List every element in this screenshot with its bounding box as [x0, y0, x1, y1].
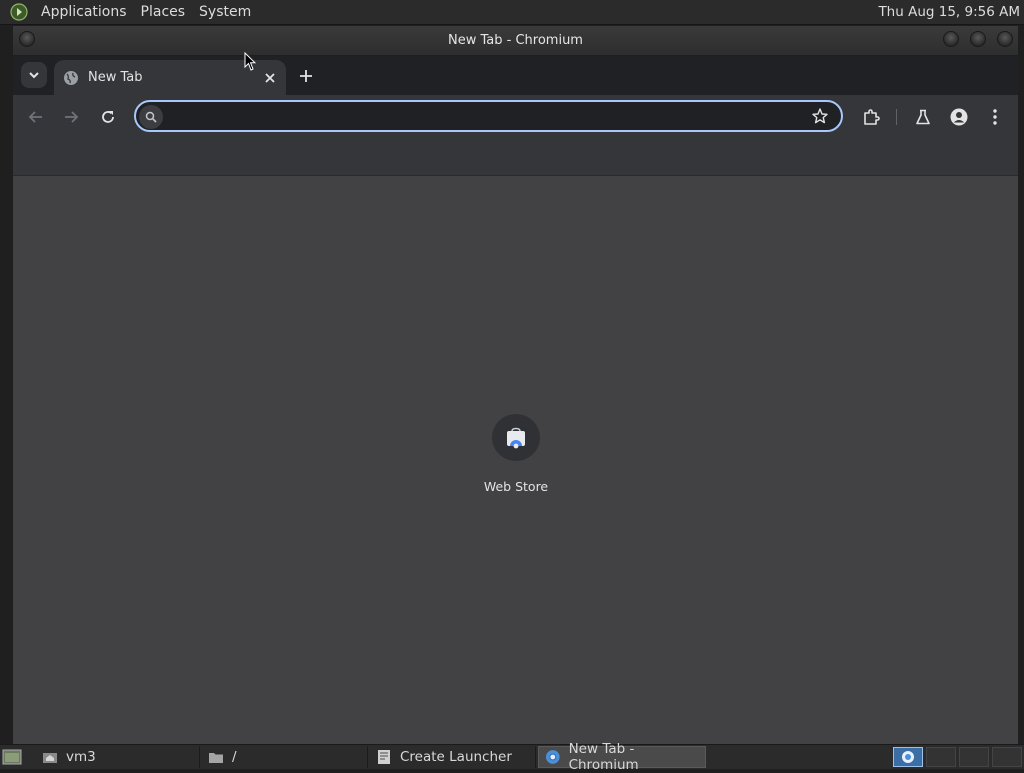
bookmarks-bar: [13, 138, 1018, 176]
maximize-button[interactable]: [970, 31, 986, 47]
workspace-3[interactable]: [959, 747, 989, 767]
show-desktop-icon[interactable]: [2, 748, 22, 766]
menu-button[interactable]: [982, 104, 1008, 130]
task-chromium[interactable]: New Tab - Chromium: [538, 741, 706, 773]
distro-logo-icon[interactable]: [10, 3, 28, 21]
avatar-icon: [950, 108, 968, 126]
top-panel: Applications Places System Thu Aug 15, 9…: [0, 0, 1024, 25]
tab-search-button[interactable]: [21, 62, 47, 88]
new-tab-page: Web Store: [13, 176, 1018, 744]
chromium-icon: [902, 751, 914, 763]
task-vm3[interactable]: vm3: [36, 746, 200, 768]
task-root-folder[interactable]: /: [202, 746, 368, 768]
search-icon: [139, 105, 163, 129]
forward-button[interactable]: [58, 104, 84, 130]
chevron-down-icon: [29, 72, 39, 79]
puzzle-icon: [864, 109, 880, 125]
toolbar-separator: [896, 109, 897, 125]
arrow-left-icon: [28, 111, 42, 123]
shortcut-label: Web Store: [483, 479, 549, 494]
tab-title: New Tab: [88, 70, 143, 85]
labs-button[interactable]: [910, 104, 936, 130]
web-store-icon: [507, 427, 525, 448]
applications-menu[interactable]: Applications: [34, 4, 134, 20]
shortcut-icon-circle: [492, 414, 540, 461]
clock[interactable]: Thu Aug 15, 9:56 AM: [878, 4, 1020, 20]
more-vertical-icon: [993, 109, 997, 125]
window-titlebar[interactable]: New Tab - Chromium: [13, 26, 1018, 56]
reload-button[interactable]: [95, 104, 121, 130]
tab-strip: New Tab: [13, 56, 1018, 95]
reload-icon: [102, 111, 114, 123]
plus-icon: [300, 70, 312, 82]
close-window-button[interactable]: [997, 31, 1013, 47]
browser-window: New Tab - Chromium New Tab Web Store: [13, 26, 1018, 744]
extensions-button[interactable]: [858, 104, 884, 130]
chromium-icon: [545, 750, 560, 764]
browser-toolbar: [13, 95, 1018, 138]
globe-icon: [64, 70, 78, 85]
task-create-launcher[interactable]: Create Launcher: [370, 746, 536, 768]
taskbar: vm3 / Create Launcher New Tab - Chromium: [0, 741, 1024, 773]
workspace-1[interactable]: [893, 747, 923, 767]
address-bar[interactable]: [134, 100, 843, 132]
task-label: /: [232, 749, 237, 765]
new-tab-button[interactable]: [295, 65, 317, 87]
address-input[interactable]: [170, 104, 794, 130]
flask-icon: [916, 109, 930, 125]
home-folder-icon: [43, 753, 57, 763]
launcher-icon: [378, 750, 390, 764]
task-label: vm3: [66, 749, 96, 765]
workspace-4[interactable]: [992, 747, 1022, 767]
task-label: New Tab - Chromium: [568, 741, 639, 773]
folder-icon: [209, 753, 223, 763]
system-menu[interactable]: System: [192, 4, 258, 20]
arrow-right-icon: [65, 111, 79, 123]
places-menu[interactable]: Places: [134, 4, 193, 20]
task-label: Create Launcher: [400, 749, 512, 765]
minimize-button[interactable]: [943, 31, 959, 47]
window-title: New Tab - Chromium: [448, 33, 583, 48]
shortcut-web-store[interactable]: Web Store: [470, 414, 562, 494]
mouse-cursor-icon: [244, 52, 256, 71]
close-icon: [265, 72, 275, 83]
workspace-2[interactable]: [926, 747, 956, 767]
profile-button[interactable]: [946, 104, 972, 130]
bookmark-star-icon[interactable]: [811, 107, 829, 125]
tab-close-button[interactable]: [260, 68, 280, 88]
back-button[interactable]: [23, 104, 49, 130]
